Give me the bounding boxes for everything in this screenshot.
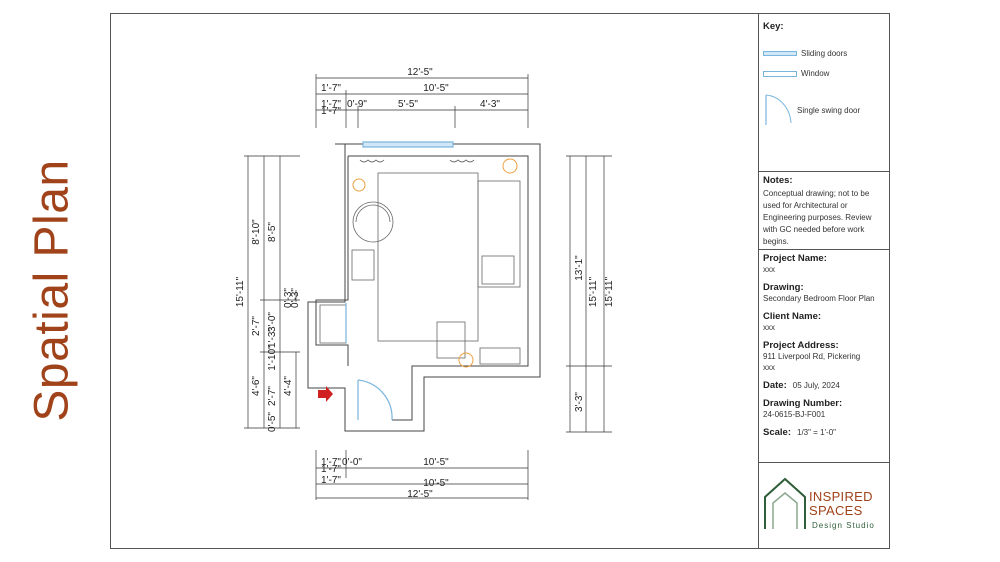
round-chair — [352, 201, 394, 243]
drawing: Drawing: Secondary Bedroom Floor Plan — [763, 282, 886, 304]
dimension-label: 2'-7" — [251, 316, 262, 336]
project-name: Project Name: xxx — [763, 253, 886, 275]
closet — [319, 304, 347, 344]
client-name-value: xxx — [763, 323, 775, 332]
logo: INSPIRED SPACES Design Studio — [759, 463, 891, 550]
dimension-label: 1'-7" — [321, 464, 341, 475]
dimension-label: 1'-10" — [267, 345, 278, 371]
sliding-door-icon — [763, 51, 797, 56]
bed-pillows — [481, 255, 515, 285]
title-block-info: Project Name: xxx Drawing: Secondary Bed… — [758, 249, 890, 462]
inner-wall — [315, 155, 529, 421]
client-name-label: Client Name: — [763, 311, 822, 322]
furniture — [319, 172, 521, 365]
dimension-lines — [244, 74, 612, 500]
outer-wall — [307, 143, 541, 432]
drawing-number-label: Drawing Number: — [763, 398, 843, 409]
entry-swing-door-arc — [357, 379, 393, 421]
drawing-number: Drawing Number: 24-0615-BJ-F001 — [763, 398, 886, 420]
key-item-sliding-doors: Sliding doors — [763, 49, 847, 58]
fixture-desk — [458, 352, 474, 368]
single-swing-door-icon — [765, 94, 792, 125]
date: Date: 05 July, 2024 — [763, 380, 886, 391]
curtain-right — [449, 159, 475, 163]
dimension-label: 15'-11" — [235, 276, 246, 307]
dimension-label: 4'-6" — [251, 376, 262, 396]
key-item-label: Window — [801, 69, 830, 78]
curtain-left — [359, 159, 385, 163]
project-address-label: Project Address: — [763, 340, 839, 351]
project-name-value: xxx — [763, 265, 775, 274]
logo-line3: Design Studio — [812, 521, 875, 530]
project-name-label: Project Name: — [763, 253, 827, 264]
dimension-label: 2'-7" — [267, 386, 278, 406]
dimension-label: 1'-7" — [321, 475, 341, 486]
dimension-label: 0'-9" — [347, 99, 367, 110]
key-item-label: Sliding doors — [801, 49, 848, 58]
dimension-label: 3'-3" — [574, 392, 585, 412]
project-address: Project Address: 911 Liverpool Rd, Picke… — [763, 340, 886, 373]
dimension-label: 0'-3" — [290, 288, 301, 308]
dimension-labels: 12'-5" 1'-7" 10'-5" 1'-7" 0'-9" 5'-5" 4'-3" 1'-… — [235, 67, 615, 500]
key-item-swing-door: Single swing door — [763, 93, 860, 127]
dimension-label: 10'-5" — [423, 478, 449, 489]
dimension-label: 4'-4" — [283, 376, 294, 396]
window-top — [362, 141, 454, 148]
scale: Scale: 1/3" = 1'-0" — [763, 427, 886, 438]
dimension-label: 12'-5" — [407, 67, 433, 78]
dimension-label: 13'-1" — [574, 255, 585, 281]
notes-heading: Notes: — [763, 175, 793, 186]
dimension-label: 10'-5" — [423, 457, 449, 468]
dimension-label: 0'-5" — [267, 412, 278, 432]
window-icon — [763, 70, 797, 77]
drawing-value: Secondary Bedroom Floor Plan — [763, 294, 875, 303]
dimension-label: 5'-5" — [398, 99, 418, 110]
dimension-label: 10'-5" — [423, 83, 449, 94]
dimension-label: 12'-5" — [407, 489, 433, 500]
fixture-top-right — [502, 158, 518, 174]
dimension-label: 4'-3" — [480, 99, 500, 110]
dimension-label: 8'-5" — [267, 222, 278, 242]
dresser — [479, 347, 521, 365]
date-value: 05 July, 2024 — [792, 381, 840, 390]
room-walls — [307, 143, 541, 432]
title-block-key: Key: Sliding doors Window Single swing d… — [758, 13, 890, 171]
key-item-label: Single swing door — [797, 105, 861, 115]
dimension-label: 1'-7" — [321, 83, 341, 94]
dimension-label: 15'-11" — [604, 276, 615, 307]
project-address-line2: xxx — [763, 363, 775, 372]
rug — [377, 172, 479, 342]
fixture-left — [352, 178, 366, 192]
dimension-label: 3'-0" — [267, 312, 278, 332]
house-logo-icon — [764, 477, 806, 529]
dimension-label: 8'-10" — [251, 219, 262, 245]
curtains — [359, 159, 475, 163]
project-address-line1: 911 Liverpool Rd, Pickering — [763, 352, 861, 361]
scale-label: Scale: — [763, 427, 791, 438]
desk-chair — [436, 321, 466, 359]
dimension-label: 0'-0" — [342, 457, 362, 468]
dimension-label: 1'-7" — [321, 106, 341, 117]
round-chair-back — [355, 204, 391, 223]
glazing — [345, 141, 454, 421]
key-heading: Key: — [763, 21, 784, 32]
date-label: Date: — [763, 380, 787, 391]
logo-line2: SPACES — [809, 503, 863, 518]
scale-value: 1/3" = 1'-0" — [797, 428, 837, 437]
side-table — [351, 249, 375, 281]
dimension-label: 15'-11" — [588, 276, 599, 307]
key-item-window: Window — [763, 69, 829, 78]
client-name: Client Name: xxx — [763, 311, 886, 333]
title-block-notes: Notes: Conceptual drawing; not to be use… — [758, 171, 890, 249]
drawing-label: Drawing: — [763, 282, 804, 293]
drawing-number-value: 24-0615-BJ-F001 — [763, 410, 826, 419]
logo-line1: INSPIRED — [809, 489, 873, 504]
notes-text: Conceptual drawing; not to be used for A… — [763, 189, 872, 246]
title-block-logo: INSPIRED SPACES Design Studio — [758, 462, 890, 549]
